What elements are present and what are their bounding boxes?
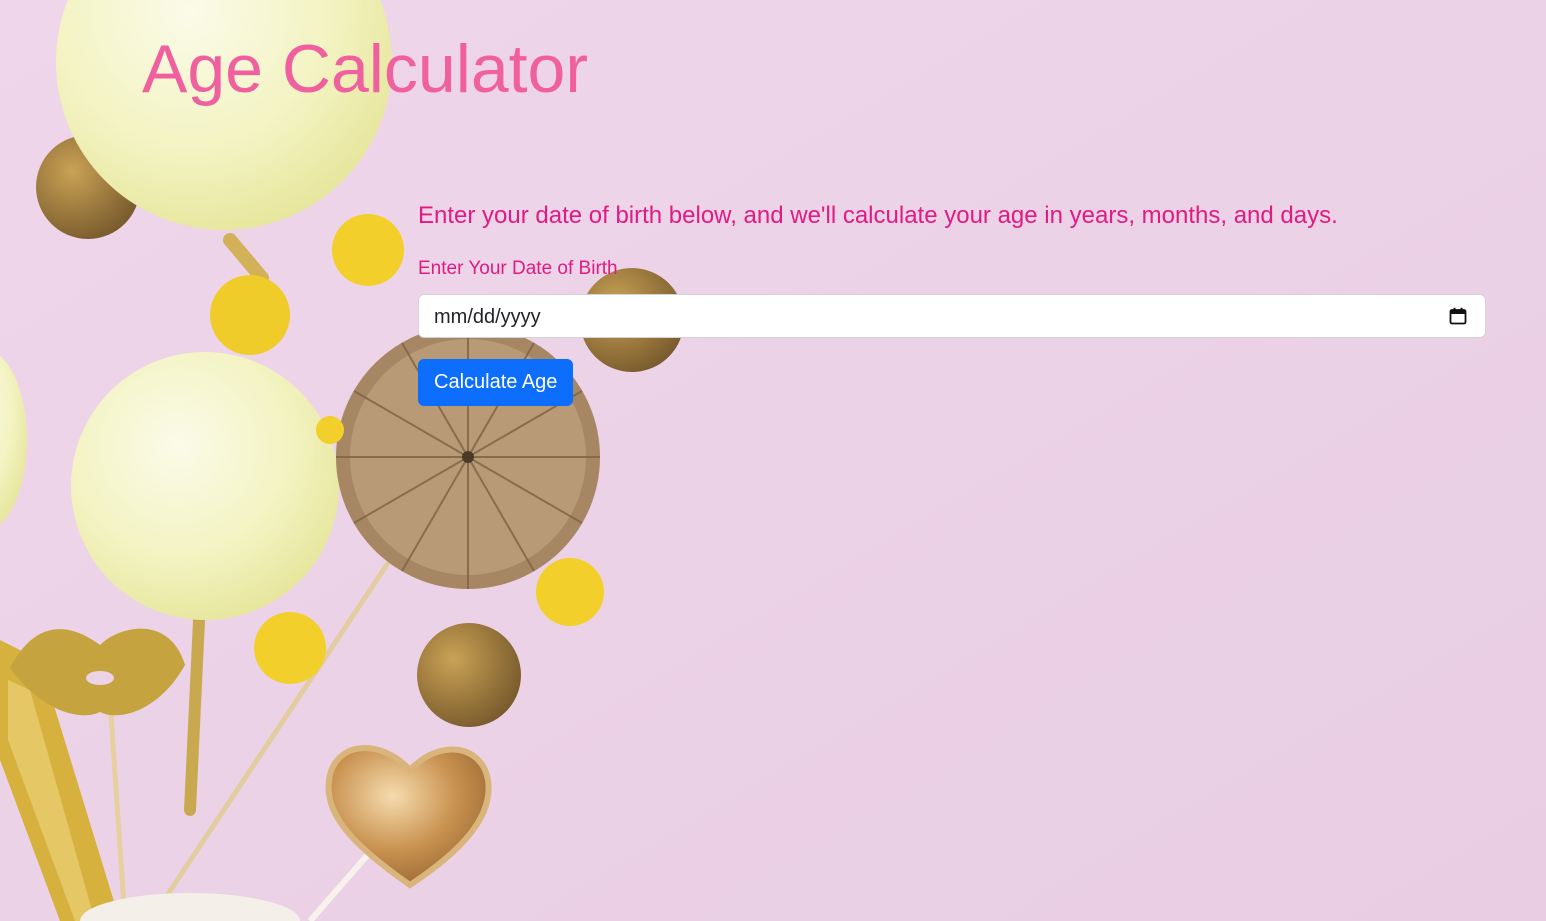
page-title: Age Calculator <box>142 31 589 107</box>
age-calculator-form: Enter your date of birth below, and we'l… <box>418 200 1488 406</box>
date-placeholder: mm/dd/yyyy <box>434 306 541 328</box>
dob-label: Enter Your Date of Birth <box>418 258 618 279</box>
calculate-age-button[interactable]: Calculate Age <box>418 359 574 406</box>
party-background-image <box>0 0 1546 921</box>
date-of-birth-input[interactable]: mm/dd/yyyy <box>418 294 1486 338</box>
calendar-icon[interactable] <box>1449 307 1467 325</box>
intro-text: Enter your date of birth below, and we'l… <box>418 202 1338 229</box>
